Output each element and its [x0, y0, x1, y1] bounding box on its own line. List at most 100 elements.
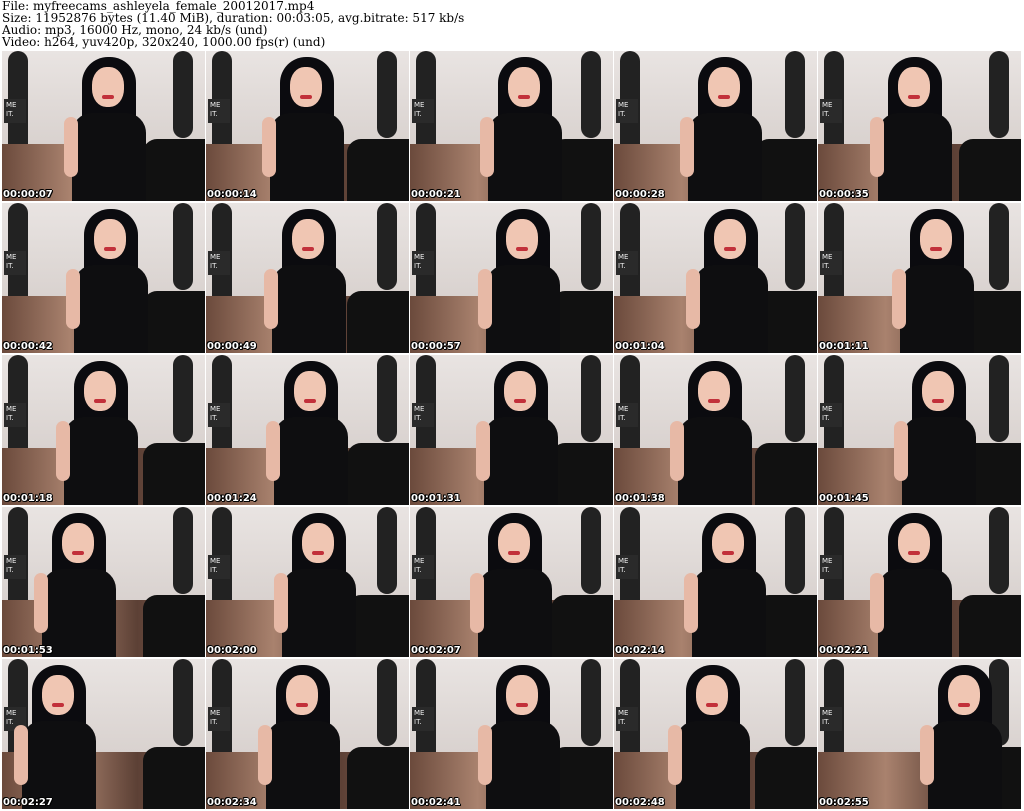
- arm: [34, 573, 48, 633]
- face: [290, 67, 322, 107]
- video-frame-thumbnail: ME IT. 00:02:21: [818, 507, 1021, 657]
- black-top: [270, 113, 344, 201]
- person-figure: [34, 513, 118, 657]
- video-frame-thumbnail: ME IT. 00:02:07: [410, 507, 613, 657]
- face: [506, 219, 538, 259]
- lips: [514, 399, 526, 403]
- timestamp-label: 00:00:49: [207, 341, 257, 352]
- arm: [870, 573, 884, 633]
- wall-decal: [785, 51, 805, 138]
- face: [504, 371, 536, 411]
- wall-sign: ME IT.: [4, 99, 26, 123]
- wall-sign: ME IT.: [208, 555, 230, 579]
- face: [498, 523, 530, 563]
- lips: [708, 399, 720, 403]
- arm: [686, 269, 700, 329]
- video-frame-thumbnail: ME IT. 00:01:04: [614, 203, 817, 353]
- chair: [143, 291, 205, 353]
- wall-sign: ME IT.: [412, 707, 434, 731]
- wall-sign: ME IT.: [412, 99, 434, 123]
- black-top: [878, 569, 952, 657]
- video-frame-thumbnail: ME IT. 00:01:18: [2, 355, 205, 505]
- person-figure: [258, 665, 342, 809]
- wall-sign: ME IT.: [208, 99, 230, 123]
- face: [292, 219, 324, 259]
- arm: [266, 421, 280, 481]
- wall-decal: [581, 659, 601, 746]
- wall-decal: [377, 355, 397, 442]
- lips: [52, 703, 64, 707]
- wall-decal: [173, 203, 193, 290]
- wall-sign: ME IT.: [412, 555, 434, 579]
- face: [508, 67, 540, 107]
- chair: [347, 139, 409, 201]
- wall-sign: ME IT.: [616, 251, 638, 275]
- person-figure: [262, 57, 346, 201]
- face: [898, 523, 930, 563]
- person-figure: [56, 361, 140, 505]
- lips: [706, 703, 718, 707]
- thumbnail-grid: ME IT. 00:00:07 ME IT. 00:00:14 ME IT. 00:00:…: [0, 51, 1024, 811]
- person-figure: [686, 209, 770, 353]
- wall-decal: [377, 659, 397, 746]
- chair: [755, 747, 817, 809]
- wall-decal: [785, 355, 805, 442]
- black-top: [488, 113, 562, 201]
- face: [42, 675, 74, 715]
- timestamp-label: 00:00:35: [819, 189, 869, 200]
- black-top: [694, 265, 768, 353]
- timestamp-label: 00:02:07: [411, 645, 461, 656]
- black-top: [42, 569, 116, 657]
- face: [92, 67, 124, 107]
- arm: [274, 573, 288, 633]
- lips: [72, 551, 84, 555]
- face: [84, 371, 116, 411]
- video-frame-thumbnail: ME IT. 00:01:38: [614, 355, 817, 505]
- video-frame-thumbnail: ME IT. 00:02:41: [410, 659, 613, 809]
- arm: [264, 269, 278, 329]
- person-figure: [894, 361, 978, 505]
- wall-sign: ME IT.: [208, 707, 230, 731]
- wall-decal: [989, 203, 1009, 290]
- black-top: [274, 417, 348, 505]
- wall-sign: ME IT.: [820, 403, 842, 427]
- wall-decal: [785, 203, 805, 290]
- video-frame-thumbnail: ME IT. 00:00:21: [410, 51, 613, 201]
- black-top: [484, 417, 558, 505]
- black-top: [878, 113, 952, 201]
- lips: [908, 551, 920, 555]
- timestamp-label: 00:01:53: [3, 645, 53, 656]
- arm: [262, 117, 276, 177]
- wall-sign: ME IT.: [4, 403, 26, 427]
- video-frame-thumbnail: ME IT. 00:01:24: [206, 355, 409, 505]
- chair: [347, 443, 409, 505]
- wall-sign: ME IT.: [820, 99, 842, 123]
- timestamp-label: 00:01:45: [819, 493, 869, 504]
- lips: [724, 247, 736, 251]
- person-figure: [274, 513, 358, 657]
- lips: [516, 247, 528, 251]
- lips: [516, 703, 528, 707]
- video-frame-thumbnail: ME IT. 00:00:57: [410, 203, 613, 353]
- chair: [755, 443, 817, 505]
- video-frame-thumbnail: ME IT. 00:02:34: [206, 659, 409, 809]
- video-frame-thumbnail: ME IT. 00:02:14: [614, 507, 817, 657]
- person-figure: [684, 513, 768, 657]
- wall-sign: ME IT.: [616, 403, 638, 427]
- person-figure: [870, 513, 954, 657]
- chair: [347, 747, 409, 809]
- video-frame-thumbnail: ME IT. 00:02:00: [206, 507, 409, 657]
- black-top: [282, 569, 356, 657]
- wall-sign: ME IT.: [616, 707, 638, 731]
- wall-decal: [989, 507, 1009, 594]
- lips: [908, 95, 920, 99]
- arm: [14, 725, 28, 785]
- arm: [670, 421, 684, 481]
- wall-sign: ME IT.: [820, 555, 842, 579]
- wall-sign: ME IT.: [208, 403, 230, 427]
- arm: [870, 117, 884, 177]
- face: [698, 371, 730, 411]
- black-top: [678, 417, 752, 505]
- timestamp-label: 00:02:48: [615, 797, 665, 808]
- wall-decal: [989, 355, 1009, 442]
